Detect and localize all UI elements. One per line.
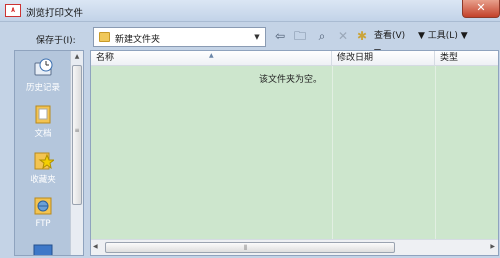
favorites-icon (34, 152, 54, 170)
scroll-right-icon[interactable]: ▶ (490, 243, 495, 250)
search-web-button[interactable]: ⌕ (313, 28, 331, 45)
new-folder-icon: ✱ (356, 29, 368, 43)
column-name-label: 名称 (96, 53, 115, 63)
tools-dropdown-icon: ▼ (460, 31, 468, 41)
delete-icon: ✕ (337, 29, 349, 43)
places-bar: 历史记录 文档 收藏夹 FTP ▲ ≡ (14, 50, 84, 256)
ftp-icon (34, 197, 52, 215)
back-arrow-icon: ⇦ (274, 29, 286, 43)
place-desktop[interactable] (15, 241, 71, 255)
back-button[interactable]: ⇦ (271, 28, 289, 45)
column-header-type[interactable]: 类型 (435, 51, 498, 66)
close-button[interactable]: ✕ (462, 0, 500, 18)
grip-icon: ⦀ (244, 244, 248, 252)
tools-menu-button[interactable]: ▼ 工具(L) ▼ (418, 28, 468, 45)
places-scroll-thumb[interactable]: ≡ (72, 65, 82, 205)
column-header-name[interactable]: 名称 ▲ (91, 51, 332, 66)
places-scrollbar[interactable]: ▲ ≡ (70, 51, 83, 255)
folder-icon (99, 32, 110, 42)
scroll-up-icon[interactable]: ▲ (71, 51, 83, 63)
file-list[interactable]: 名称 ▲ 修改日期 类型 该文件夹为空。 ◀ ⦀ ▶ (90, 50, 499, 256)
place-label: 收藏夹 (30, 175, 56, 185)
views-menu-button[interactable]: 查看(V) ▼ (374, 28, 414, 58)
documents-icon (35, 105, 51, 124)
horizontal-scrollbar[interactable]: ◀ ⦀ ▶ (91, 239, 498, 255)
window-title: 浏览打印文件 (26, 8, 84, 19)
save-in-dropdown[interactable]: 新建文件夹 ▼ (93, 27, 266, 47)
up-folder-button[interactable]: 🗀 (291, 28, 309, 45)
place-favorites[interactable]: 收藏夹 (15, 149, 71, 185)
tools-label: 工具(L) (427, 31, 458, 41)
desktop-icon (33, 244, 53, 255)
save-in-value: 新建文件夹 (115, 35, 161, 45)
scroll-left-icon[interactable]: ◀ (93, 243, 98, 250)
list-header: 名称 ▲ 修改日期 类型 (91, 51, 498, 66)
sort-arrow-icon: ▲ (209, 52, 214, 59)
place-ftp[interactable]: FTP (15, 195, 71, 229)
autocad-app-icon[interactable]: A (5, 4, 21, 17)
list-body[interactable]: 该文件夹为空。 (91, 66, 498, 239)
views-label: 查看(V) (374, 31, 406, 41)
place-label: FTP (35, 219, 51, 229)
chevron-down-icon[interactable]: ▼ (249, 28, 265, 46)
place-label: 文档 (34, 129, 52, 139)
history-icon (34, 58, 53, 76)
column-header-date[interactable]: 修改日期 (332, 51, 435, 66)
tools-chevron-icon: ▼ (418, 31, 425, 41)
grip-icon: ≡ (74, 127, 80, 134)
horizontal-scroll-thumb[interactable]: ⦀ (105, 242, 395, 253)
up-folder-icon: 🗀 (293, 29, 306, 43)
empty-folder-message: 该文件夹为空。 (259, 75, 323, 85)
place-label: 历史记录 (25, 83, 60, 93)
place-history[interactable]: 历史记录 (15, 57, 71, 93)
search-icon: ⌕ (318, 29, 326, 43)
save-in-label: 保存于(I): (36, 36, 76, 46)
column-divider (332, 66, 333, 239)
place-documents[interactable]: 文档 (15, 103, 71, 139)
title-bar: A 浏览打印文件 ✕ (0, 0, 500, 22)
new-folder-button[interactable]: ✱ (353, 28, 371, 45)
column-divider (435, 66, 436, 239)
delete-button[interactable]: ✕ (334, 28, 352, 45)
